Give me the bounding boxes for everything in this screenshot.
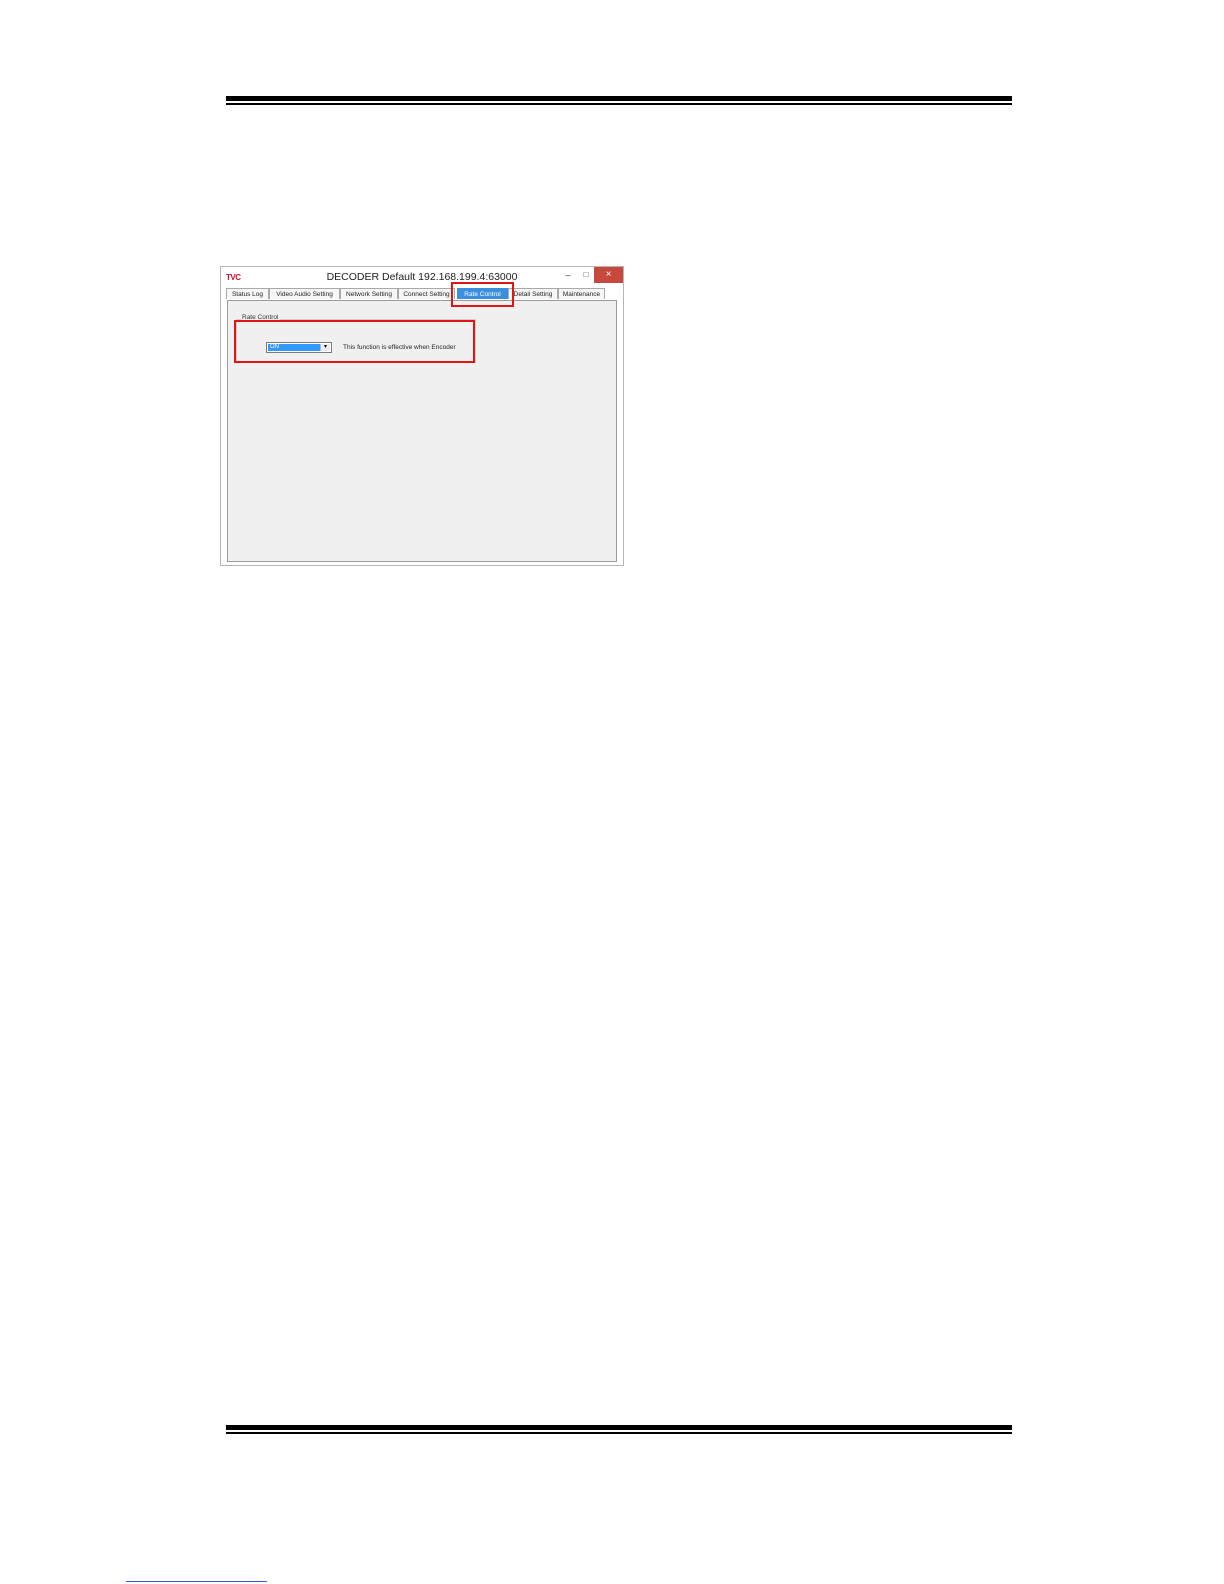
- minimize-icon[interactable]: –: [561, 267, 575, 283]
- tab-status-log[interactable]: Status Log: [226, 288, 269, 299]
- footer-link-underline[interactable]: [126, 1581, 267, 1582]
- decoder-window: TVC DECODER Default 192.168.199.4:63000 …: [220, 266, 624, 566]
- maximize-icon[interactable]: □: [579, 267, 593, 283]
- tab-highlight-box: [451, 282, 514, 307]
- select-highlight-box: [234, 320, 475, 363]
- tab-maintenance[interactable]: Maintenance: [558, 288, 605, 299]
- tab-network-setting[interactable]: Network Setting: [340, 288, 398, 299]
- footer-rule: [226, 1425, 1012, 1434]
- title-bar[interactable]: TVC DECODER Default 192.168.199.4:63000 …: [221, 267, 623, 287]
- tab-detail-setting[interactable]: Detail Setting: [508, 288, 558, 299]
- close-icon[interactable]: ×: [594, 267, 623, 283]
- tab-connect-setting[interactable]: Connect Setting: [398, 288, 455, 299]
- header-rule: [226, 96, 1012, 105]
- tab-video-audio-setting[interactable]: Video Audio Setting: [269, 288, 340, 299]
